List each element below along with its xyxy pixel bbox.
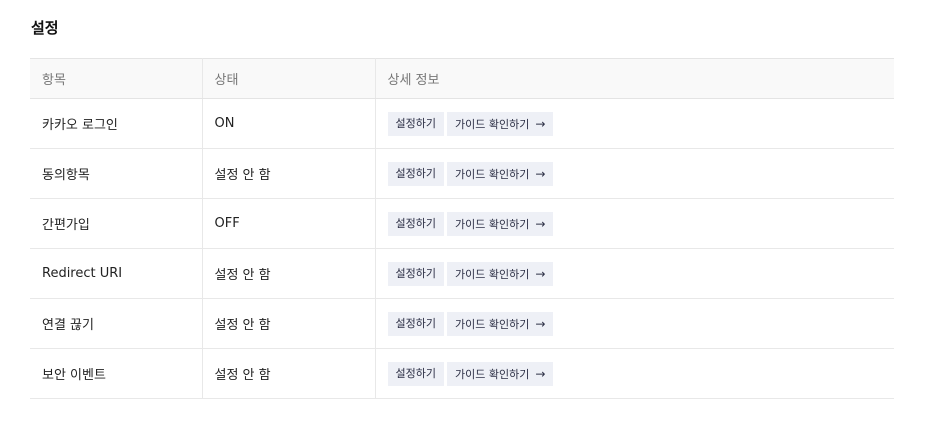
guide-button[interactable]: 가이드 확인하기 →	[446, 111, 554, 136]
settings-page: 설정 항목 상태 상세 정보 카카오 로그인 ON 설정하기 가이드 확인하기 → …	[0, 0, 939, 440]
setup-button[interactable]: 설정하기	[387, 161, 444, 186]
item-name: 카카오 로그인	[30, 98, 202, 149]
setup-button-label: 설정하기	[395, 316, 436, 330]
column-header-details: 상세 정보	[374, 58, 894, 99]
item-name: 보안 이벤트	[30, 348, 202, 399]
arrow-right-icon: →	[535, 266, 546, 281]
guide-button[interactable]: 가이드 확인하기 →	[446, 361, 554, 386]
section-title: 설정	[31, 19, 59, 37]
arrow-right-icon: →	[535, 316, 546, 331]
guide-button[interactable]: 가이드 확인하기 →	[446, 211, 554, 236]
arrow-right-icon: →	[535, 166, 546, 181]
status-value: 설정 안 함	[201, 348, 375, 399]
setup-button[interactable]: 설정하기	[387, 211, 444, 236]
settings-table: 항목 상태 상세 정보 카카오 로그인 ON 설정하기 가이드 확인하기 → 동의항…	[30, 58, 894, 399]
table-row: Redirect URI 설정 안 함 설정하기 가이드 확인하기 →	[30, 248, 894, 299]
item-name: 연결 끊기	[30, 298, 202, 349]
setup-button[interactable]: 설정하기	[387, 311, 444, 336]
setup-button-label: 설정하기	[395, 366, 436, 380]
status-value: OFF	[201, 198, 375, 249]
table-row: 연결 끊기 설정 안 함 설정하기 가이드 확인하기 →	[30, 298, 894, 349]
item-name: 간편가입	[30, 198, 202, 249]
guide-button-label: 가이드 확인하기	[454, 167, 530, 181]
setup-button-label: 설정하기	[395, 166, 436, 180]
setup-button[interactable]: 설정하기	[387, 111, 444, 136]
table-row: 보안 이벤트 설정 안 함 설정하기 가이드 확인하기 →	[30, 348, 894, 399]
column-header-item: 항목	[30, 58, 202, 99]
setup-button-label: 설정하기	[395, 216, 436, 230]
table-row: 간편가입 OFF 설정하기 가이드 확인하기 →	[30, 198, 894, 249]
setup-button-label: 설정하기	[395, 116, 436, 130]
item-name: Redirect URI	[30, 248, 202, 299]
status-value: 설정 안 함	[201, 148, 375, 199]
details-cell: 설정하기 가이드 확인하기 →	[374, 298, 894, 349]
guide-button[interactable]: 가이드 확인하기 →	[446, 311, 554, 336]
table-header-row: 항목 상태 상세 정보	[30, 58, 894, 99]
table-row: 동의항목 설정 안 함 설정하기 가이드 확인하기 →	[30, 148, 894, 199]
details-cell: 설정하기 가이드 확인하기 →	[374, 198, 894, 249]
setup-button[interactable]: 설정하기	[387, 361, 444, 386]
guide-button[interactable]: 가이드 확인하기 →	[446, 161, 554, 186]
guide-button-label: 가이드 확인하기	[454, 367, 530, 381]
arrow-right-icon: →	[535, 116, 546, 131]
guide-button-label: 가이드 확인하기	[454, 117, 530, 131]
details-cell: 설정하기 가이드 확인하기 →	[374, 148, 894, 199]
column-header-status: 상태	[201, 58, 375, 99]
setup-button-label: 설정하기	[395, 266, 436, 280]
setup-button[interactable]: 설정하기	[387, 261, 444, 286]
guide-button[interactable]: 가이드 확인하기 →	[446, 261, 554, 286]
details-cell: 설정하기 가이드 확인하기 →	[374, 98, 894, 149]
guide-button-label: 가이드 확인하기	[454, 267, 530, 281]
details-cell: 설정하기 가이드 확인하기 →	[374, 348, 894, 399]
arrow-right-icon: →	[535, 216, 546, 231]
status-value: ON	[201, 98, 375, 149]
table-row: 카카오 로그인 ON 설정하기 가이드 확인하기 →	[30, 98, 894, 149]
guide-button-label: 가이드 확인하기	[454, 217, 530, 231]
item-name: 동의항목	[30, 148, 202, 199]
status-value: 설정 안 함	[201, 298, 375, 349]
status-value: 설정 안 함	[201, 248, 375, 299]
arrow-right-icon: →	[535, 366, 546, 381]
guide-button-label: 가이드 확인하기	[454, 317, 530, 331]
details-cell: 설정하기 가이드 확인하기 →	[374, 248, 894, 299]
